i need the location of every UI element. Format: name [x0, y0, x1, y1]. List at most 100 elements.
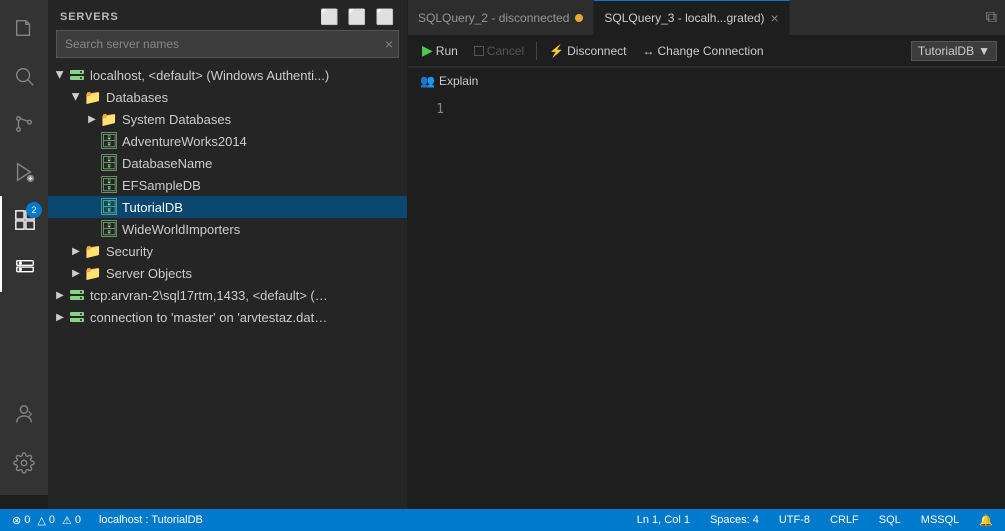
tree-row-selected[interactable]: 🗄 TutorialDB: [48, 196, 407, 218]
search-icon[interactable]: [0, 52, 48, 100]
toolbar-divider: [536, 42, 537, 60]
editor-text-area[interactable]: [448, 94, 1005, 509]
new-connection-icon[interactable]: ⬜: [320, 8, 340, 26]
sidebar-title: SERVERS: [60, 11, 119, 23]
expand-arrow[interactable]: ▶: [68, 265, 84, 281]
tab-sqlquery2[interactable]: SQLQuery_2 - disconnected: [408, 0, 594, 35]
extensions-badge: 2: [26, 202, 42, 218]
folder-icon: 📁: [84, 88, 102, 106]
add-folder-icon[interactable]: ⬜: [348, 8, 368, 26]
status-bar: ⊗ 0 △ 0 ⚠ 0 localhost : TutorialDB Ln 1,…: [0, 509, 1005, 531]
tab-close-button[interactable]: ×: [771, 10, 779, 26]
editor-toolbar: ▶ Run Cancel ⚡ Disconnect ↔ Change Conne…: [408, 35, 1005, 67]
tree-item-label: EFSampleDB: [122, 178, 201, 193]
tree-row[interactable]: ▶ 📁 System Databases: [48, 108, 407, 130]
run-debug-icon[interactable]: [0, 148, 48, 196]
tree-row[interactable]: ▶ 📁 Security: [48, 240, 407, 262]
database-icon: 🗄: [100, 198, 118, 216]
tab-sqlquery3[interactable]: SQLQuery_3 - localh...grated) ×: [594, 0, 789, 35]
change-connection-button[interactable]: ↔ Change Connection: [636, 42, 769, 60]
sidebar-title-bar: SERVERS ⬜ ⬜ ⬜: [48, 0, 407, 30]
server-icon: [68, 66, 86, 84]
dialect-label: MSSQL: [921, 514, 960, 526]
tree-item-label: DatabaseName: [122, 156, 212, 171]
change-connection-label: Change Connection: [657, 44, 763, 58]
run-icon: ▶: [422, 42, 433, 59]
sidebar-title-icons: ⬜ ⬜ ⬜: [320, 8, 395, 26]
tree-row[interactable]: ▶ connection to 'master' on 'arvtestaz.d…: [48, 306, 407, 328]
language-indicator[interactable]: SQL: [875, 509, 905, 531]
error-count[interactable]: ⊗ 0 △ 0 ⚠ 0: [8, 509, 85, 531]
tree-row[interactable]: 🗄 AdventureWorks2014: [48, 130, 407, 152]
tree-row[interactable]: ▶ tcp:arvran-2\sql17rtm,1433, <default> …: [48, 284, 407, 306]
expand-arrow[interactable]: ▶: [52, 309, 68, 325]
split-editor-icon[interactable]: ⧉: [986, 9, 997, 27]
disconnect-icon: ⚡: [549, 44, 564, 58]
spaces-indicator[interactable]: Spaces: 4: [706, 509, 763, 531]
explain-icon: 👥: [420, 74, 435, 88]
spaces-label: Spaces: 4: [710, 514, 759, 526]
disconnect-button[interactable]: ⚡ Disconnect: [543, 42, 632, 60]
cancel-icon: [474, 46, 484, 56]
sidebar: SERVERS ⬜ ⬜ ⬜ × ▶: [48, 0, 408, 509]
search-input[interactable]: [56, 30, 399, 58]
file-tree: ▶ localhost, <default> (Windows Authenti…: [48, 64, 407, 509]
servers-icon[interactable]: [0, 244, 48, 292]
change-connection-icon: ↔: [642, 44, 654, 58]
dialect-indicator[interactable]: MSSQL: [917, 509, 964, 531]
explain-area: 👥 Explain: [408, 67, 1005, 94]
activity-bar: 2: [0, 0, 48, 495]
disconnect-label: Disconnect: [567, 44, 626, 58]
run-button[interactable]: ▶ Run: [416, 40, 464, 61]
expand-arrow[interactable]: ▶: [52, 287, 68, 303]
server-info[interactable]: localhost : TutorialDB: [95, 509, 207, 531]
expand-arrow[interactable]: ▶: [68, 243, 84, 259]
info-count-label: 0: [75, 514, 81, 526]
cancel-button[interactable]: Cancel: [468, 42, 530, 60]
tree-row[interactable]: ▶ localhost, <default> (Windows Authenti…: [48, 64, 407, 86]
explain-button[interactable]: 👥 Explain: [416, 72, 482, 90]
clear-search-button[interactable]: ×: [385, 36, 393, 52]
source-control-icon[interactable]: [0, 100, 48, 148]
extensions-icon[interactable]: 2: [0, 196, 48, 244]
tree-row[interactable]: ▶ 📁 Server Objects: [48, 262, 407, 284]
line-ending-indicator[interactable]: CRLF: [826, 509, 863, 531]
error-icon: ⊗: [12, 514, 21, 527]
tree-item-label: tcp:arvran-2\sql17rtm,1433, <default> (…: [90, 288, 328, 303]
editor-content: 1: [408, 94, 1005, 509]
settings-icon[interactable]: [0, 439, 48, 487]
server-info-label: localhost : TutorialDB: [99, 514, 203, 526]
explain-label: Explain: [439, 74, 478, 88]
activity-bar-bottom: [0, 391, 48, 495]
tree-item-label: System Databases: [122, 112, 231, 127]
tree-row[interactable]: 🗄 WideWorldImporters: [48, 218, 407, 240]
tree-row[interactable]: 🗄 DatabaseName: [48, 152, 407, 174]
server-icon: [68, 308, 86, 326]
tab-bar: SQLQuery_2 - disconnected SQLQuery_3 - l…: [408, 0, 1005, 35]
folder-icon: 📁: [84, 242, 102, 260]
tree-item-label: WideWorldImporters: [122, 222, 240, 237]
accounts-icon[interactable]: [0, 391, 48, 439]
notifications-icon[interactable]: 🔔: [975, 509, 997, 531]
tree-row[interactable]: 🗄 EFSampleDB: [48, 174, 407, 196]
line-numbers: 1: [408, 94, 448, 509]
folder-icon: 📁: [84, 264, 102, 282]
database-name: TutorialDB: [918, 44, 974, 58]
refresh-icon[interactable]: ⬜: [375, 8, 395, 26]
main-container: SERVERS ⬜ ⬜ ⬜ × ▶: [48, 0, 1005, 509]
tree-row[interactable]: ▶ 📁 Databases: [48, 86, 407, 108]
expand-arrow[interactable]: ▶: [84, 111, 100, 127]
database-icon: 🗄: [100, 132, 118, 150]
encoding-label: UTF-8: [779, 514, 810, 526]
database-selector[interactable]: TutorialDB ▼: [911, 41, 997, 61]
files-icon[interactable]: [0, 4, 48, 52]
dropdown-arrow-icon: ▼: [978, 44, 990, 58]
cursor-position[interactable]: Ln 1, Col 1: [633, 509, 694, 531]
folder-icon: 📁: [100, 110, 118, 128]
encoding-indicator[interactable]: UTF-8: [775, 509, 814, 531]
expand-arrow[interactable]: ▶: [52, 67, 68, 83]
expand-arrow[interactable]: ▶: [68, 89, 84, 105]
warning-icon: △: [37, 514, 45, 527]
database-icon: 🗄: [100, 220, 118, 238]
tree-item-label: localhost, <default> (Windows Authenti..…: [90, 68, 329, 83]
